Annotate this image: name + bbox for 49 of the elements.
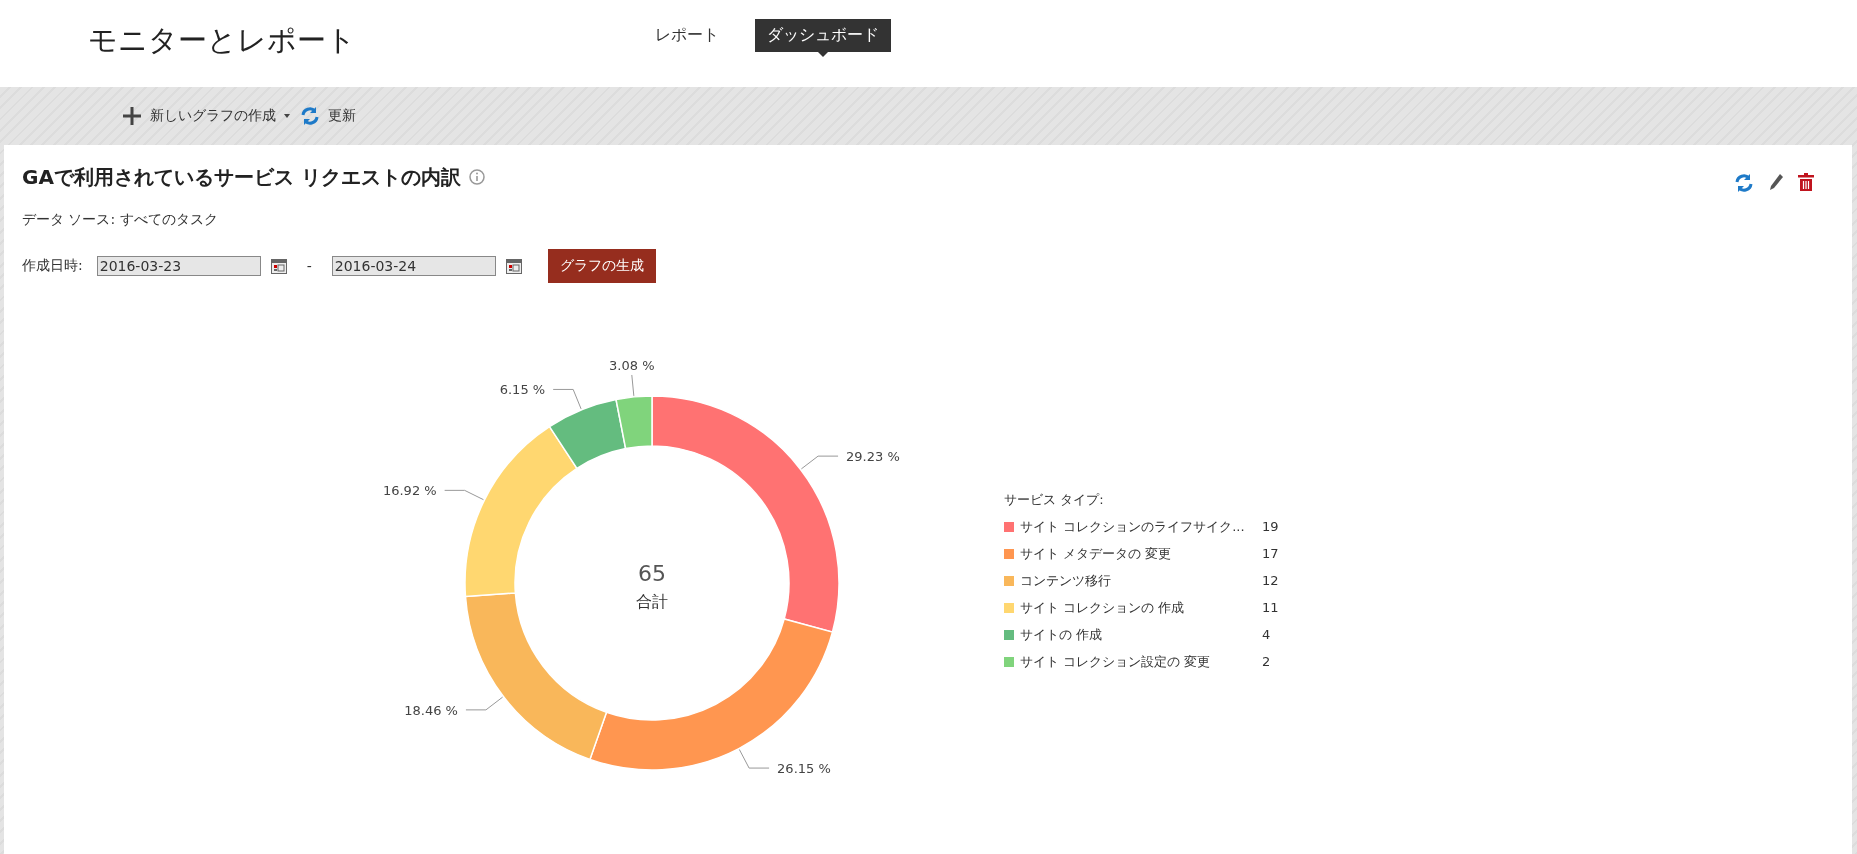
calendar-icon[interactable] [270,258,287,274]
pencil-icon[interactable] [1768,173,1784,191]
legend-label: サイトの 作成 [1020,625,1104,644]
percent-label: 3.08 % [609,358,655,373]
date-field[interactable]: 2016-03-24 [331,256,496,276]
generate-chart-button[interactable]: グラフの生成 [547,249,656,283]
nav-tab[interactable]: ダッシュボード [755,19,891,52]
leader-line [631,374,635,397]
caret-icon [284,114,290,118]
date-field[interactable]: 2016-03-23 [96,256,261,276]
percent-label: 18.46 % [404,702,458,718]
legend-count: 17 [1262,546,1279,561]
new-chart-button[interactable]: 新しいグラフの作成 [122,106,290,126]
leader-line [800,455,839,470]
legend-count: 11 [1262,600,1279,615]
percent-label: 26.15 % [777,761,831,777]
date-separator: - [306,258,312,274]
legend-count: 12 [1262,573,1279,588]
total-label: 合計 [636,592,668,611]
leader-line [444,489,484,501]
nav-tab[interactable]: レポート [643,19,731,52]
tab-pointer [818,52,828,57]
percent-label: 16.92 % [382,483,437,499]
legend-label: サイト コレクションのライフサイク... [1020,517,1246,536]
total-value: 65 [638,561,666,586]
leader-line [465,696,504,711]
data-source-text: データ ソース: すべてのタスク [22,211,219,229]
trash-icon[interactable] [1798,173,1814,191]
refresh-button[interactable]: 更新 [300,106,356,126]
percent-label: 29.23 % [846,449,900,465]
legend-label: コンテンツ移行 [1020,571,1112,590]
date-label: 作成日時: [22,257,83,275]
percent-label: 6.15 % [499,382,546,398]
legend-label: サイト コレクションの 作成 [1020,598,1186,617]
plus-icon [122,106,142,126]
leader-line [738,748,770,769]
legend-count: 2 [1262,654,1271,669]
calendar-icon[interactable] [505,258,522,274]
legend-label: サイト コレクション設定の 変更 [1020,652,1212,671]
refresh-icon [300,106,320,126]
app-title: モニターとレポート [88,21,357,59]
legend-title: サービス タイプ: [1004,491,1105,509]
chart-title: GAで利用されているサービス リクエストの内訳 [22,163,461,191]
legend-label: サイト メタデータの 変更 [1020,544,1173,563]
leader-line [552,388,582,410]
legend-count: 4 [1262,627,1271,642]
refresh-icon [1734,173,1754,193]
legend-count: 19 [1262,519,1279,534]
info-icon[interactable] [468,169,485,185]
